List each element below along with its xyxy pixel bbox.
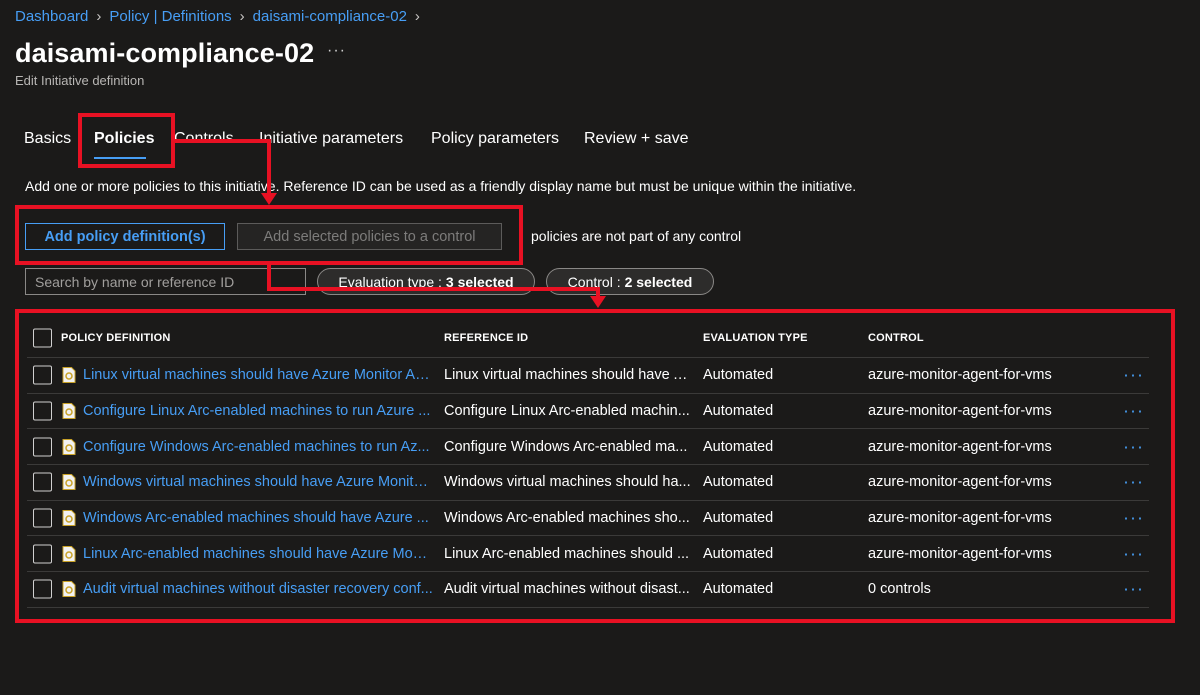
- filter-value: 3 selected: [445, 273, 514, 290]
- table-header: POLICY DEFINITION REFERENCE ID EVALUATIO…: [27, 318, 1149, 358]
- policies-description: Add one or more policies to this initiat…: [25, 178, 857, 194]
- column-header-evaluation-type[interactable]: EVALUATION TYPE: [703, 332, 853, 344]
- policy-definition-link[interactable]: Linux virtual machines should have Azure…: [83, 367, 433, 383]
- table-body: Linux virtual machines should have Azure…: [27, 358, 1149, 608]
- breadcrumb: Dashboard › Policy | Definitions › daisa…: [15, 8, 428, 25]
- table-row[interactable]: Configure Windows Arc-enabled machines t…: [27, 429, 1149, 466]
- reference-id: Linux Arc-enabled machines should ...: [444, 545, 690, 562]
- table-row[interactable]: Linux Arc-enabled machines should have A…: [27, 536, 1149, 573]
- tab-controls[interactable]: Controls: [174, 130, 234, 148]
- table-row[interactable]: Linux virtual machines should have Azure…: [27, 358, 1149, 394]
- table-row[interactable]: Windows virtual machines should have Azu…: [27, 465, 1149, 501]
- control-name: azure-monitor-agent-for-vms: [868, 474, 1052, 491]
- control-name: azure-monitor-agent-for-vms: [868, 545, 1052, 562]
- filter-label: Control :: [567, 273, 621, 290]
- row-more-icon[interactable]: ···: [1123, 508, 1144, 529]
- column-header-policy-definition[interactable]: POLICY DEFINITION: [61, 332, 411, 344]
- row-more-icon[interactable]: ···: [1123, 401, 1144, 422]
- table-row[interactable]: Configure Linux Arc-enabled machines to …: [27, 394, 1149, 430]
- policy-definition-link[interactable]: Windows Arc-enabled machines should have…: [83, 510, 433, 526]
- evaluation-type: Automated: [703, 474, 774, 491]
- annotation-arrow: [590, 296, 606, 308]
- policy-definition-icon: [62, 545, 76, 562]
- evaluation-type: Automated: [703, 581, 774, 598]
- row-checkbox[interactable]: [33, 365, 52, 385]
- row-checkbox[interactable]: [33, 508, 52, 528]
- select-all-checkbox[interactable]: [33, 328, 52, 347]
- filter-value: 2 selected: [624, 273, 693, 290]
- row-checkbox[interactable]: [33, 579, 52, 599]
- policy-definition-icon: [62, 438, 76, 455]
- reference-id: Windows Arc-enabled machines sho...: [444, 510, 690, 527]
- reference-id: Linux virtual machines should have A...: [444, 367, 692, 384]
- control-name: azure-monitor-agent-for-vms: [868, 403, 1052, 420]
- policy-definition-icon: [62, 510, 76, 527]
- reference-id: Windows virtual machines should ha...: [444, 474, 691, 491]
- table-row[interactable]: Audit virtual machines without disaster …: [27, 572, 1149, 608]
- reference-id: Configure Linux Arc-enabled machin...: [444, 403, 690, 420]
- filter-label: Evaluation type :: [338, 273, 442, 290]
- policy-definition-link[interactable]: Audit virtual machines without disaster …: [83, 581, 433, 597]
- control-filter[interactable]: Control : 2 selected: [546, 268, 714, 295]
- breadcrumb-initiative-link[interactable]: daisami-compliance-02: [253, 8, 407, 25]
- uncontrolled-policies-note: policies are not part of any control: [531, 228, 742, 244]
- row-checkbox[interactable]: [33, 437, 52, 457]
- add-policy-definitions-button[interactable]: Add policy definition(s): [25, 223, 225, 250]
- tab-initiative-parameters[interactable]: Initiative parameters: [259, 130, 403, 148]
- evaluation-type: Automated: [703, 367, 774, 384]
- chevron-right-icon: ›: [414, 8, 420, 25]
- column-header-control[interactable]: CONTROL: [868, 332, 1118, 344]
- policy-definition-icon: [62, 474, 76, 491]
- control-name: azure-monitor-agent-for-vms: [868, 438, 1052, 455]
- row-more-icon[interactable]: ···: [1123, 579, 1144, 600]
- policy-definition-icon: [62, 403, 76, 420]
- annotation-arrow: [261, 193, 277, 205]
- reference-id: Configure Windows Arc-enabled ma...: [444, 438, 688, 455]
- row-more-icon[interactable]: ···: [1123, 472, 1144, 493]
- table-row[interactable]: Windows Arc-enabled machines should have…: [27, 501, 1149, 537]
- evaluation-type: Automated: [703, 438, 774, 455]
- policy-definition-link[interactable]: Linux Arc-enabled machines should have A…: [83, 546, 433, 562]
- policies-table: POLICY DEFINITION REFERENCE ID EVALUATIO…: [27, 318, 1149, 608]
- active-tab-indicator: [94, 157, 146, 159]
- more-options-icon[interactable]: ···: [327, 42, 346, 60]
- breadcrumb-dashboard-link[interactable]: Dashboard: [15, 8, 88, 25]
- row-more-icon[interactable]: ···: [1123, 365, 1144, 386]
- row-more-icon[interactable]: ···: [1123, 543, 1144, 564]
- control-name: azure-monitor-agent-for-vms: [868, 510, 1052, 527]
- evaluation-type: Automated: [703, 403, 774, 420]
- evaluation-type: Automated: [703, 510, 774, 527]
- add-selected-to-control-button: Add selected policies to a control: [237, 223, 502, 250]
- row-checkbox[interactable]: [33, 472, 52, 492]
- breadcrumb-policy-definitions-link[interactable]: Policy | Definitions: [109, 8, 231, 25]
- row-checkbox[interactable]: [33, 401, 52, 421]
- evaluation-type-filter[interactable]: Evaluation type : 3 selected: [317, 268, 535, 295]
- control-name: 0 controls: [868, 581, 931, 598]
- policy-definition-icon: [62, 367, 76, 384]
- tab-review-save[interactable]: Review + save: [584, 130, 689, 148]
- search-input[interactable]: [25, 268, 306, 295]
- tab-policy-parameters[interactable]: Policy parameters: [431, 130, 559, 148]
- policy-definition-link[interactable]: Windows virtual machines should have Azu…: [83, 474, 433, 490]
- chevron-right-icon: ›: [96, 8, 102, 25]
- chevron-right-icon: ›: [239, 8, 245, 25]
- tab-basics[interactable]: Basics: [24, 130, 71, 148]
- row-checkbox[interactable]: [33, 544, 52, 564]
- policy-definition-link[interactable]: Configure Linux Arc-enabled machines to …: [83, 403, 433, 419]
- row-more-icon[interactable]: ···: [1123, 436, 1144, 457]
- page-title: daisami-compliance-02: [15, 38, 315, 68]
- tab-policies[interactable]: Policies: [94, 130, 154, 148]
- reference-id: Audit virtual machines without disast...: [444, 581, 690, 598]
- policy-definition-link[interactable]: Configure Windows Arc-enabled machines t…: [83, 439, 433, 455]
- policy-definition-icon: [62, 581, 76, 598]
- column-header-reference-id[interactable]: REFERENCE ID: [444, 332, 692, 344]
- control-name: azure-monitor-agent-for-vms: [868, 367, 1052, 384]
- page-subtitle: Edit Initiative definition: [15, 73, 145, 88]
- evaluation-type: Automated: [703, 545, 774, 562]
